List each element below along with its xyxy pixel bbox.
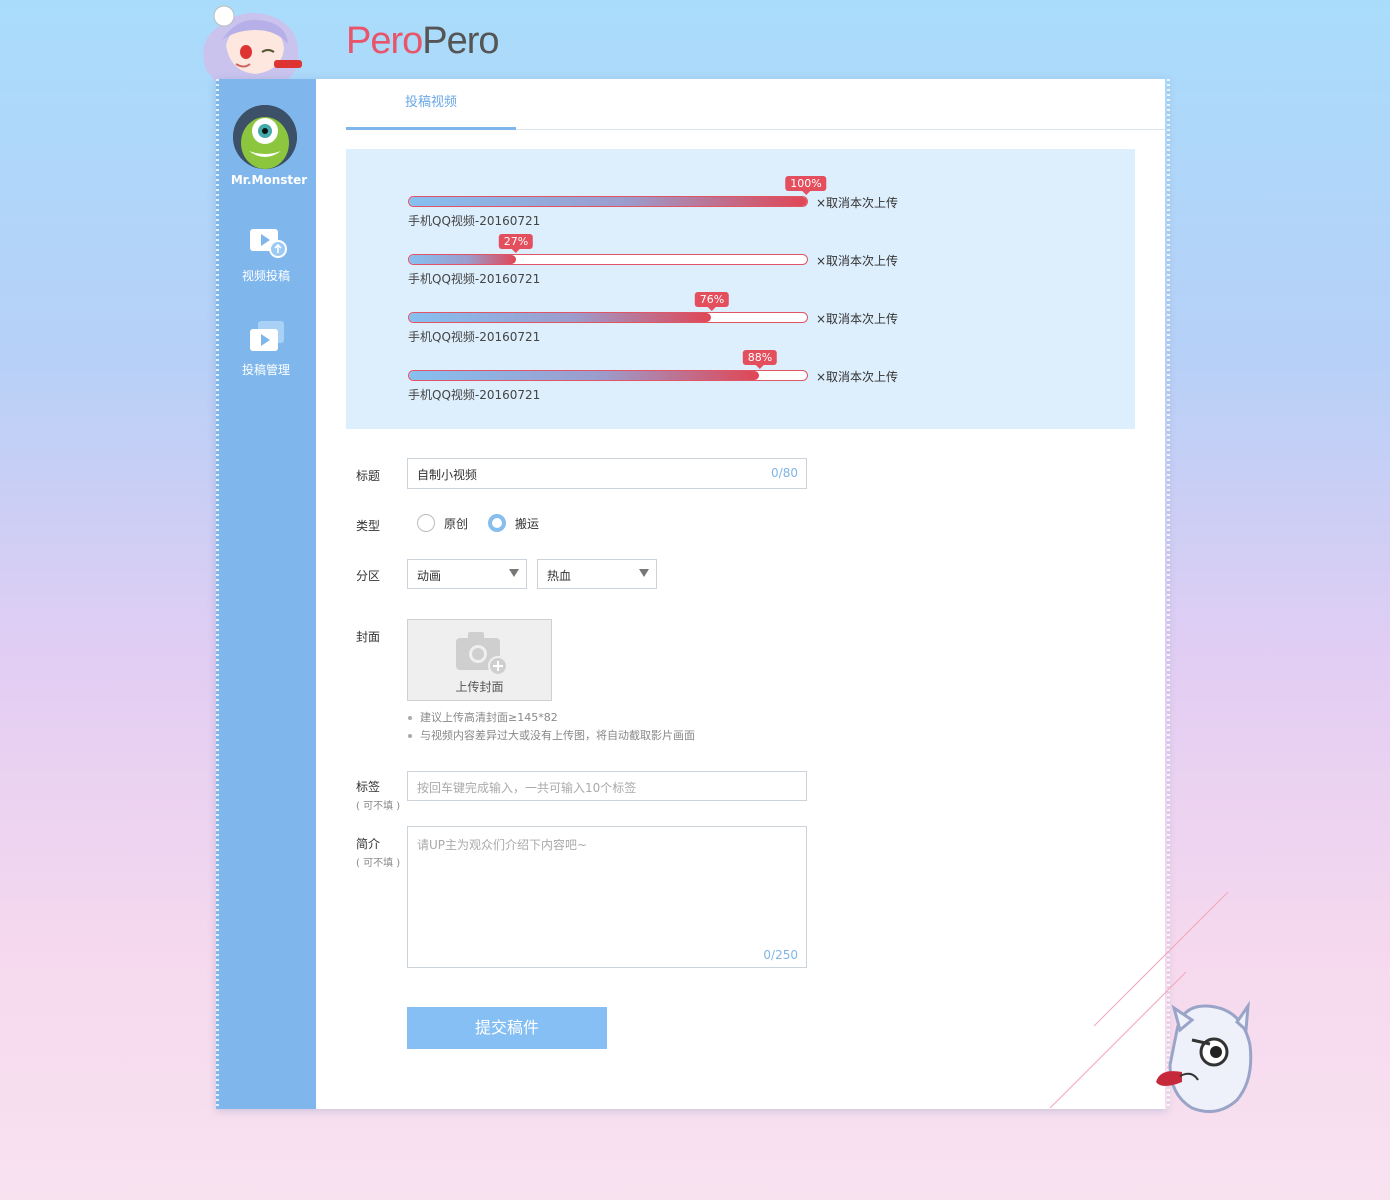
zone-secondary-select[interactable]: 热血 — [537, 559, 657, 589]
progress-badge: 76% — [694, 292, 730, 311]
file-name: 手机QQ视频-20160721 — [408, 272, 541, 286]
zone-secondary-value: 热血 — [547, 569, 572, 583]
title-label: 标题 — [356, 469, 381, 483]
progress-badge: 88% — [742, 350, 778, 369]
perolpero-logo[interactable]: PeroPero — [346, 20, 500, 63]
logo-part2: Pero — [422, 20, 499, 62]
upload-progress-panel: 100% ×取消本次上传 手机QQ视频-20160721 27% ×取消本次上传… — [346, 149, 1135, 429]
radio-original-label[interactable]: 原创 — [444, 515, 468, 532]
cover-tips: 建议上传高清封面≥145*82 与视频内容差异过大或没有上传图，将自动截取影片画… — [407, 709, 695, 745]
upload-item: 27% ×取消本次上传 手机QQ视频-20160721 — [408, 234, 928, 292]
progress-bar — [408, 254, 808, 265]
cover-label: 封面 — [356, 630, 381, 644]
file-name: 手机QQ视频-20160721 — [408, 388, 541, 402]
anime-mascot-illustration — [203, 5, 302, 83]
submit-button[interactable]: 提交稿件 — [407, 1007, 607, 1049]
cover-tip: 与视频内容差异过大或没有上传图，将自动截取影片画面 — [407, 727, 695, 745]
chevron-down-icon — [509, 569, 519, 577]
radio-repost-label[interactable]: 搬运 — [515, 515, 539, 532]
zone-primary-select[interactable]: 动画 — [407, 559, 527, 589]
radio-repost[interactable] — [488, 514, 506, 532]
logo-part1: Pero — [346, 20, 423, 62]
sidebar: Mr.Monster 视频投稿 投稿管理 — [216, 79, 316, 1109]
intro-placeholder: 请UP主为观众们介绍下内容吧~ — [417, 838, 588, 852]
zone-primary-value: 动画 — [417, 569, 442, 583]
progress-bar — [408, 312, 808, 323]
sidebar-item-video-upload[interactable]: 视频投稿 — [216, 225, 316, 284]
file-name: 手机QQ视频-20160721 — [408, 214, 541, 228]
intro-char-count: 0/250 — [763, 948, 798, 962]
progress-fill — [409, 313, 712, 322]
camera-add-icon — [456, 632, 508, 676]
cancel-upload-button[interactable]: ×取消本次上传 — [816, 310, 898, 327]
upload-cover-button[interactable]: 上传封面 — [407, 619, 552, 701]
cancel-upload-button[interactable]: ×取消本次上传 — [816, 194, 898, 211]
avatar[interactable] — [233, 105, 297, 169]
monster-avatar-icon — [233, 105, 297, 169]
cancel-upload-button[interactable]: ×取消本次上传 — [816, 368, 898, 385]
progress-fill — [409, 197, 807, 206]
tags-input[interactable]: 按回车键完成输入，一共可输入10个标签 — [407, 771, 807, 801]
title-char-count: 0/80 — [771, 466, 798, 480]
type-label: 类型 — [356, 519, 381, 533]
user-name[interactable]: Mr.Monster — [216, 173, 322, 187]
sidebar-item-label: 视频投稿 — [241, 269, 290, 283]
file-name: 手机QQ视频-20160721 — [408, 330, 541, 344]
cover-tip: 建议上传高清封面≥145*82 — [407, 709, 695, 727]
title-value: 自制小视频 — [417, 468, 478, 482]
video-upload-icon — [250, 229, 287, 258]
content-frame: Mr.Monster 视频投稿 投稿管理 投稿视频 100% ×取消本次上传 手… — [216, 79, 1170, 1109]
radio-original[interactable] — [417, 514, 435, 532]
intro-label-text: 简介 — [356, 837, 381, 851]
tags-label: 标签 ( 可不填 ) — [356, 778, 400, 812]
sidebar-item-manage[interactable]: 投稿管理 — [216, 319, 316, 378]
cancel-upload-button[interactable]: ×取消本次上传 — [816, 252, 898, 269]
main-panel: 投稿视频 100% ×取消本次上传 手机QQ视频-20160721 27% ×取… — [316, 79, 1165, 1109]
title-input[interactable]: 自制小视频 0/80 — [407, 458, 807, 489]
progress-bar — [408, 370, 808, 381]
upload-item: 76% ×取消本次上传 手机QQ视频-20160721 — [408, 292, 928, 350]
intro-textarea[interactable]: 请UP主为观众们介绍下内容吧~ 0/250 — [407, 826, 807, 968]
tab-upload-video[interactable]: 投稿视频 — [346, 79, 516, 130]
tags-label-text: 标签 — [356, 780, 381, 794]
zone-label: 分区 — [356, 569, 381, 583]
upload-item: 88% ×取消本次上传 手机QQ视频-20160721 — [408, 350, 928, 408]
upload-item: 100% ×取消本次上传 手机QQ视频-20160721 — [408, 176, 928, 234]
upload-cover-label: 上传封面 — [455, 680, 504, 694]
video-manage-icon — [250, 321, 284, 351]
progress-fill — [409, 255, 517, 264]
progress-bar — [408, 196, 808, 207]
type-radio-group: 原创 搬运 — [417, 514, 617, 534]
progress-fill — [409, 371, 760, 380]
ghost-mascot-illustration — [1156, 1000, 1253, 1114]
intro-optional-hint: ( 可不填 ) — [356, 858, 401, 869]
progress-badge: 100% — [785, 176, 827, 195]
chevron-down-icon — [639, 569, 649, 577]
tags-placeholder: 按回车键完成输入，一共可输入10个标签 — [417, 781, 637, 795]
progress-badge: 27% — [498, 234, 534, 253]
tags-optional-hint: ( 可不填 ) — [356, 801, 401, 812]
sidebar-item-label: 投稿管理 — [241, 363, 290, 377]
intro-label: 简介 ( 可不填 ) — [356, 835, 400, 869]
tab-bar: 投稿视频 — [346, 79, 1165, 130]
